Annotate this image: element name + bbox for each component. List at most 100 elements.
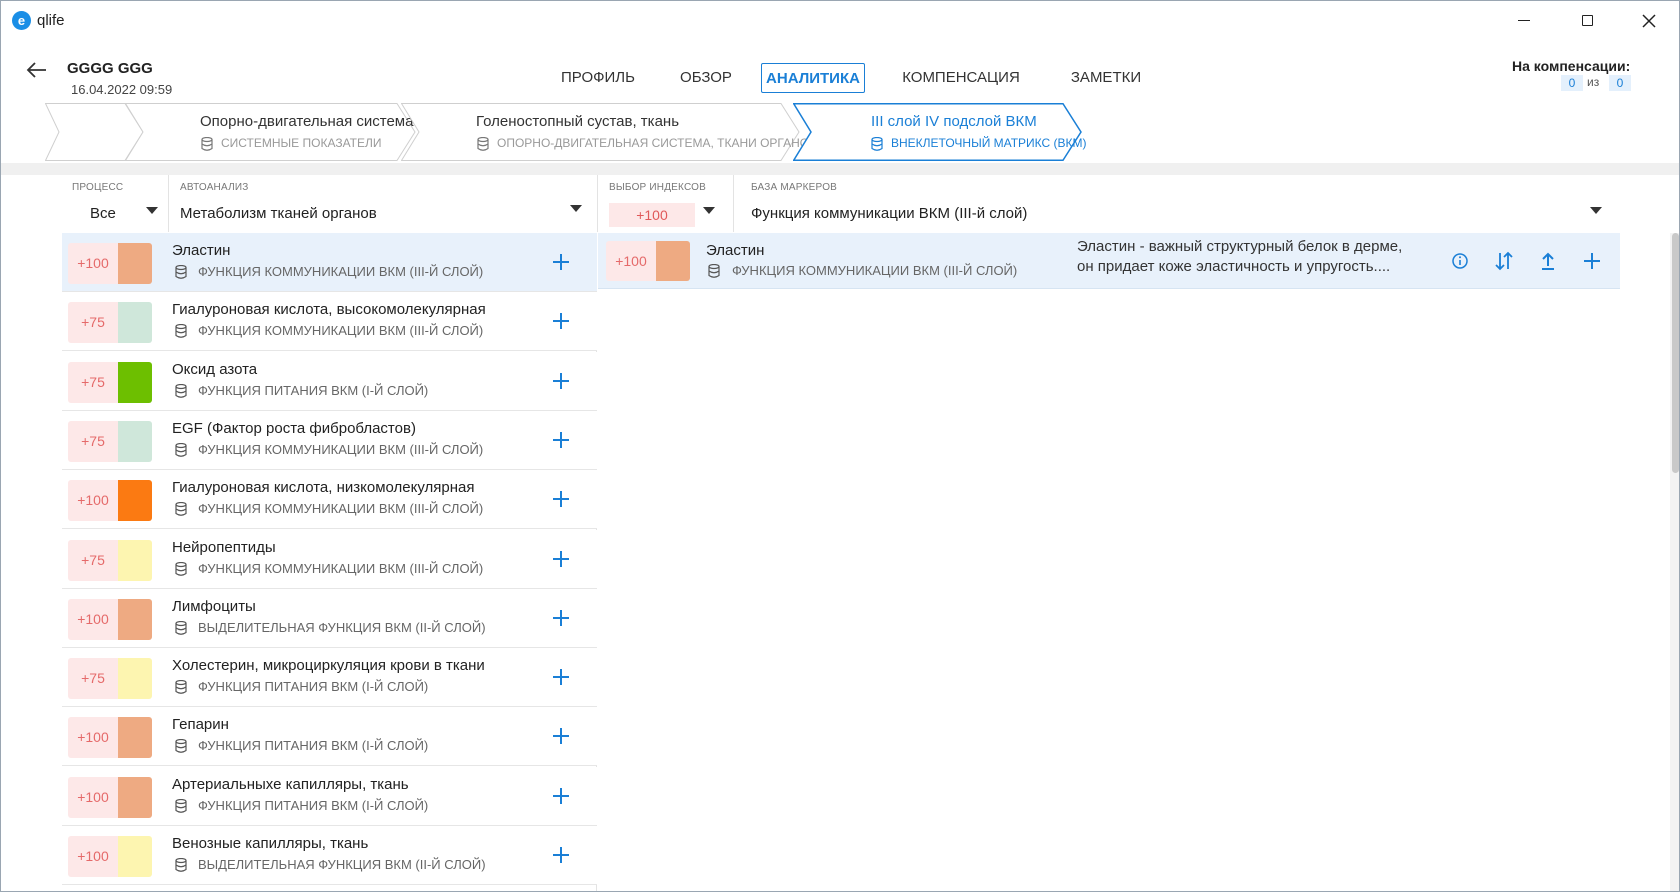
marker-title: Гиалуроновая кислота, низкомолекулярная bbox=[172, 479, 475, 497]
divider bbox=[733, 175, 734, 232]
status-color-swatch bbox=[118, 243, 152, 284]
selected-marker-description: Эластин - важный структурный белок в дер… bbox=[1077, 238, 1403, 275]
database-icon bbox=[175, 858, 187, 872]
minimize-icon bbox=[1518, 20, 1530, 22]
plus-icon bbox=[553, 550, 569, 567]
score-badge: +100 bbox=[68, 776, 118, 818]
score-badge: +100 bbox=[606, 241, 656, 281]
status-color-swatch bbox=[118, 480, 152, 522]
add-marker-button[interactable] bbox=[550, 548, 572, 570]
marker-row[interactable]: +75 Оксид азота ФУНКЦИЯ ПИТАНИЯ ВКМ (I-Й С… bbox=[62, 351, 597, 411]
database-icon bbox=[175, 620, 187, 635]
add-marker-button[interactable] bbox=[550, 370, 572, 392]
add-marker-button[interactable] bbox=[550, 666, 572, 688]
add-marker-button[interactable] bbox=[550, 310, 572, 332]
status-color-swatch bbox=[118, 717, 152, 759]
patient-date: 16.04.2022 09:59 bbox=[71, 82, 173, 97]
marker-row[interactable]: +75 Нейропептиды ФУНКЦИЯ КОММУНИКАЦИИ ВКМ … bbox=[62, 529, 597, 589]
plus-icon bbox=[553, 609, 569, 626]
marker-title: EGF (Фактор роста фибробластов) bbox=[172, 419, 416, 437]
marker-row[interactable]: +75 EGF (Фактор роста фибробластов) ФУНКЦИ… bbox=[62, 410, 597, 470]
app-title: qlife bbox=[37, 12, 65, 29]
status-color-swatch bbox=[656, 241, 690, 281]
database-icon bbox=[175, 265, 187, 279]
scrollbar[interactable] bbox=[1670, 233, 1679, 891]
marker-subtitle: ФУНКЦИЯ КОММУНИКАЦИИ ВКМ (III-Й СЛОЙ) bbox=[198, 323, 484, 339]
marker-subtitle: ФУНКЦИЯ ПИТАНИЯ ВКМ (I-Й СЛОЙ) bbox=[198, 382, 429, 398]
autoanalysis-value: Метаболизм тканей органов bbox=[180, 205, 377, 222]
add-marker-button[interactable] bbox=[550, 429, 572, 451]
marker-row[interactable]: +100 Артериальныхе капилляры, ткань ФУНКЦИ… bbox=[62, 766, 597, 826]
marker-row[interactable]: +100 Гиалуроновая кислота, низкомолекуляр… bbox=[62, 470, 597, 530]
status-color-swatch bbox=[118, 539, 152, 581]
marker-title: Нейропептиды bbox=[172, 538, 276, 556]
marker-subtitle: ВЫДЕЛИТЕЛЬНАЯ ФУНКЦИЯ ВКМ (II-Й СЛОЙ) bbox=[198, 619, 486, 635]
marker-subtitle: ВЫДЕЛИТЕЛЬНАЯ ФУНКЦИЯ ВКМ (II-Й СЛОЙ) bbox=[198, 857, 486, 872]
score-badge: +75 bbox=[68, 302, 118, 344]
tab-compensation[interactable]: КОМПЕНСАЦИЯ bbox=[891, 63, 1031, 93]
maximize-button[interactable] bbox=[1567, 9, 1607, 33]
title-bar: e qlife bbox=[1, 1, 1679, 41]
score-badge: +75 bbox=[68, 420, 118, 462]
divider bbox=[168, 175, 169, 232]
tab-overview[interactable]: ОБЗОР bbox=[671, 63, 741, 93]
close-button[interactable] bbox=[1629, 9, 1669, 33]
score-badge: +75 bbox=[68, 539, 118, 581]
breadcrumb-item-ankle[interactable]: Голеностопный сустав, ткань ОПОРНО-ДВИГА… bbox=[401, 103, 817, 161]
scrollbar-thumb[interactable] bbox=[1672, 233, 1679, 473]
add-marker-button[interactable] bbox=[550, 488, 572, 510]
add-marker-button[interactable] bbox=[550, 844, 572, 866]
marker-base-filter[interactable]: БАЗА МАРКЕРОВ Функция коммуникации ВКМ (… bbox=[735, 175, 1620, 232]
index-label: ВЫБОР ИНДЕКСОВ bbox=[609, 182, 707, 193]
breadcrumb-item-ecm-layer[interactable]: III слой IV подслой ВКМ ВНЕКЛЕТОЧНЫЙ МАТ… bbox=[793, 103, 1087, 161]
database-icon bbox=[175, 442, 187, 457]
database-icon bbox=[201, 137, 213, 151]
marker-row[interactable]: +75 Холестерин, микроциркуляция крови в т… bbox=[62, 648, 597, 708]
marker-title: Гепарин bbox=[172, 716, 229, 734]
marker-row[interactable]: +100 Лимфоциты ВЫДЕЛИТЕЛЬНАЯ ФУНКЦИЯ ВКМ (… bbox=[62, 588, 597, 648]
breadcrumb-subtitle: ОПОРНО-ДВИГАТЕЛЬНАЯ СИСТЕМА, ТКАНИ ОРГАН… bbox=[497, 136, 818, 150]
plus-icon bbox=[553, 669, 569, 686]
marker-list: +100 Эластин ФУНКЦИЯ КОММУНИКАЦИИ ВКМ (III… bbox=[62, 233, 597, 891]
breadcrumb-title: Голеностопный сустав, ткань bbox=[476, 113, 680, 130]
marker-title: Эластин bbox=[172, 242, 231, 259]
score-badge: +75 bbox=[68, 361, 118, 403]
marker-subtitle: ФУНКЦИЯ КОММУНИКАЦИИ ВКМ (III-Й СЛОЙ) bbox=[198, 264, 484, 279]
add-marker-button[interactable] bbox=[550, 251, 572, 273]
plus-icon bbox=[553, 728, 569, 745]
add-button[interactable] bbox=[1580, 249, 1604, 273]
index-value: +100 bbox=[609, 203, 695, 227]
app-logo-icon: e bbox=[12, 11, 31, 30]
autoanalysis-filter[interactable]: АВТОАНАЛИЗ Метаболизм тканей органов bbox=[170, 175, 596, 232]
status-color-swatch bbox=[118, 836, 152, 877]
status-color-swatch bbox=[118, 658, 152, 700]
marker-title: Артериальныхе капилляры, ткань bbox=[172, 775, 409, 793]
selected-marker-row[interactable]: +100 Эластин ФУНКЦИЯ КОММУНИКАЦИИ ВКМ (I… bbox=[598, 233, 1620, 289]
tab-notes[interactable]: ЗАМЕТКИ bbox=[1061, 63, 1151, 93]
index-filter[interactable]: ВЫБОР ИНДЕКСОВ +100 bbox=[599, 175, 723, 232]
breadcrumb-item-musculoskeletal[interactable]: Опорно-двигательная система СИСТЕМНЫЕ ПО… bbox=[125, 103, 417, 161]
tab-profile[interactable]: ПРОФИЛЬ bbox=[553, 63, 643, 93]
marker-base-value: Функция коммуникации ВКМ (III-й слой) bbox=[751, 205, 1028, 222]
add-marker-button[interactable] bbox=[550, 785, 572, 807]
sort-button[interactable] bbox=[1492, 249, 1516, 273]
marker-row[interactable]: +100 Гепарин ФУНКЦИЯ ПИТАНИЯ ВКМ (I-Й СЛОЙ… bbox=[62, 707, 597, 767]
breadcrumb: Опорно-двигательная система СИСТЕМНЫЕ ПО… bbox=[45, 103, 1095, 161]
divider bbox=[1, 163, 1679, 175]
add-marker-button[interactable] bbox=[550, 607, 572, 629]
info-button[interactable] bbox=[1448, 249, 1472, 273]
minimize-button[interactable] bbox=[1504, 9, 1544, 33]
status-color-swatch bbox=[118, 361, 152, 403]
marker-row[interactable]: +100 Эластин ФУНКЦИЯ КОММУНИКАЦИИ ВКМ (III… bbox=[62, 233, 597, 292]
back-button[interactable] bbox=[25, 58, 49, 82]
upload-button[interactable] bbox=[1536, 249, 1560, 273]
tab-analytics[interactable]: АНАЛИТИКА bbox=[761, 63, 865, 93]
close-icon bbox=[1642, 14, 1656, 28]
marker-title: Гиалуроновая кислота, высокомолекулярная bbox=[172, 301, 486, 319]
process-filter[interactable]: ПРОЦЕСС Все bbox=[62, 175, 166, 232]
database-icon bbox=[708, 264, 720, 278]
score-badge: +75 bbox=[68, 658, 118, 700]
marker-row[interactable]: +100 Венозные капилляры, ткань ВЫДЕЛИТЕЛЬН… bbox=[62, 826, 597, 885]
marker-row[interactable]: +75 Гиалуроновая кислота, высокомолекуляр… bbox=[62, 292, 597, 352]
add-marker-button[interactable] bbox=[550, 725, 572, 747]
